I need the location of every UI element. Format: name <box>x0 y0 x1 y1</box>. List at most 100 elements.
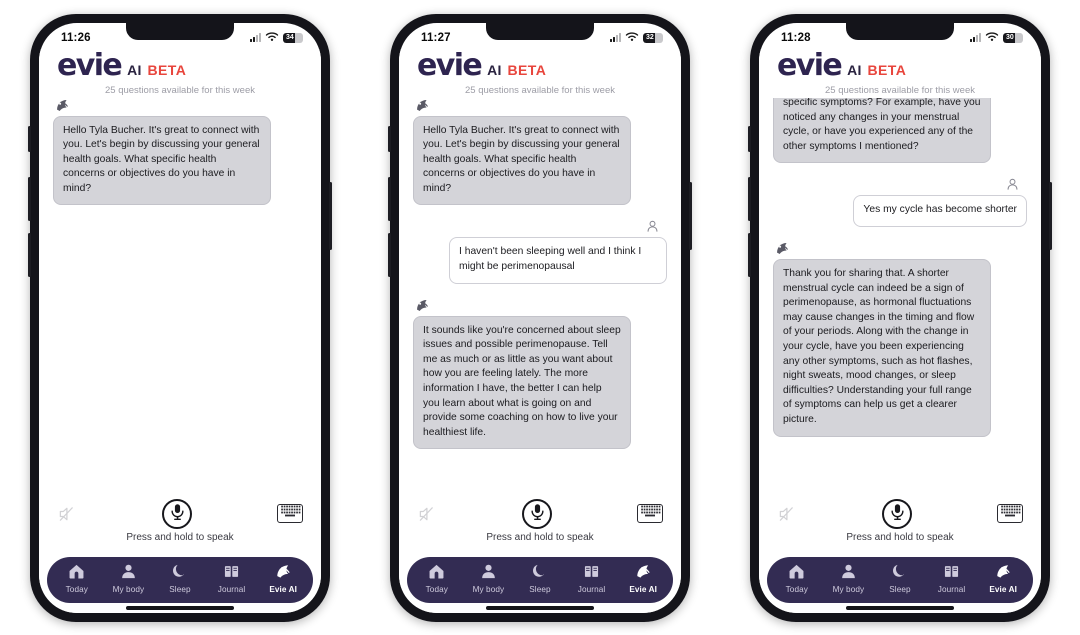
keyboard-icon[interactable] <box>279 503 302 524</box>
keyboard-toggle-button[interactable] <box>637 504 663 523</box>
evie-bird-icon <box>995 565 1012 583</box>
chat-message-list[interactable]: fatigue. Can you share more about your s… <box>759 97 1041 495</box>
keyboard-icon[interactable] <box>999 503 1022 524</box>
home-icon <box>428 563 445 585</box>
logo-wordmark: evie <box>417 47 483 83</box>
mute-speaker-button[interactable] <box>57 505 77 523</box>
mute-speaker-icon[interactable] <box>417 506 436 527</box>
keyboard-toggle-button[interactable] <box>997 504 1023 523</box>
nav-item-label: Sleep <box>889 584 911 594</box>
person-icon <box>120 563 137 585</box>
nav-item-label: Today <box>425 584 448 594</box>
moon-icon <box>171 563 188 585</box>
mic-icon[interactable] <box>528 502 547 526</box>
nav-item-today[interactable]: Today <box>771 564 823 594</box>
mute-speaker-button[interactable] <box>777 505 797 523</box>
power-button[interactable] <box>689 181 692 250</box>
logo-ai-label: AI <box>127 61 142 78</box>
moon-icon <box>891 563 908 585</box>
evie-bird-icon <box>415 298 431 313</box>
evie-bird-icon <box>275 565 292 583</box>
mute-speaker-icon[interactable] <box>57 506 76 527</box>
microphone-button[interactable] <box>882 498 912 529</box>
app-header: evie AI BETA 25 questions available for thi… <box>759 48 1041 98</box>
bottom-nav-wrapper: Today My body Sleep Journal Evie AI <box>39 556 321 613</box>
nav-item-evie-ai[interactable]: Evie AI <box>257 565 309 594</box>
moon-icon <box>171 563 188 585</box>
battery-icon: 30 <box>1003 32 1023 43</box>
nav-item-journal[interactable]: Journal <box>206 566 258 594</box>
nav-item-label: My body <box>112 584 145 594</box>
mic-icon[interactable] <box>168 502 187 526</box>
status-time: 11:26 <box>61 31 91 44</box>
logo-ai-label: AI <box>487 61 502 78</box>
logo-beta-badge: BETA <box>147 61 187 78</box>
questions-quota-text: 25 questions available for this week <box>825 84 975 96</box>
status-bar: 11:28 30 <box>759 23 1041 49</box>
book-icon <box>943 563 960 585</box>
volume-up-button[interactable] <box>388 176 391 221</box>
phone-screen: 11:26 34 evie AI BETA 25 questions available … <box>39 22 321 613</box>
nav-item-evie-ai[interactable]: Evie AI <box>617 565 669 594</box>
person-outline-icon <box>1005 179 1020 196</box>
cellular-signal-icon <box>250 33 261 42</box>
person-outline-icon <box>645 221 660 238</box>
app-header: evie AI BETA 25 questions available for thi… <box>39 48 321 98</box>
wifi-icon <box>265 29 279 47</box>
evie-bird-icon <box>775 243 790 260</box>
nav-item-my-body[interactable]: My body <box>823 564 875 594</box>
battery-icon: 34 <box>283 32 303 43</box>
nav-item-journal[interactable]: Journal <box>566 566 618 594</box>
voice-input-area: Press and hold to speak <box>399 494 681 557</box>
volume-up-button[interactable] <box>28 176 31 221</box>
home-icon <box>428 563 445 585</box>
chat-message-list[interactable]: Hello Tyla Bucher. It's great to connect… <box>399 98 681 495</box>
status-indicators: 32 <box>610 29 663 47</box>
bottom-nav-wrapper: Today My body Sleep Journal Evie AI <box>399 556 681 613</box>
phone-mockup-1: 11:26 34 evie AI BETA 25 questions available … <box>28 13 332 622</box>
nav-item-sleep[interactable]: Sleep <box>154 563 206 594</box>
microphone-button[interactable] <box>162 498 192 529</box>
nav-item-my-body[interactable]: My body <box>103 563 155 594</box>
power-button[interactable] <box>329 181 332 250</box>
nav-item-journal[interactable]: Journal <box>926 566 978 594</box>
microphone-button[interactable] <box>522 498 552 529</box>
keyboard-toggle-button[interactable] <box>277 504 303 523</box>
chat-message-bot: Thank you for sharing that. A shorter me… <box>773 241 1027 437</box>
nav-item-today[interactable]: Today <box>411 563 463 594</box>
nav-item-my-body[interactable]: My body <box>463 564 515 594</box>
nav-item-sleep[interactable]: Sleep <box>874 563 926 594</box>
evie-logo: evie AI BETA <box>399 47 681 83</box>
moon-icon <box>891 563 908 585</box>
nav-item-label: Today <box>785 584 808 594</box>
chat-message-bot: Hello Tyla Bucher. It's great to connect… <box>413 98 667 206</box>
nav-item-sleep[interactable]: Sleep <box>514 564 566 594</box>
evie-logo: evie AI BETA <box>759 50 1041 81</box>
chat-message-bot: It sounds like you're concerned about sl… <box>413 298 667 450</box>
mute-switch[interactable] <box>748 125 751 152</box>
person-icon <box>120 563 137 585</box>
volume-down-button[interactable] <box>748 232 751 277</box>
evie-bird-icon <box>415 299 430 317</box>
mute-speaker-button[interactable] <box>417 505 437 523</box>
three-phone-mockup-stage: 11:26 34 evie AI BETA 25 questions available … <box>0 0 1080 635</box>
mic-icon[interactable] <box>888 502 907 526</box>
keyboard-icon[interactable] <box>639 503 662 524</box>
volume-up-button[interactable] <box>748 176 751 221</box>
battery-level: 34 <box>286 33 294 41</box>
chat-message-list[interactable]: Hello Tyla Bucher. It's great to connect… <box>39 98 321 495</box>
volume-down-button[interactable] <box>388 232 391 277</box>
nav-item-evie-ai[interactable]: Evie AI <box>977 565 1029 594</box>
evie-bird-icon <box>415 98 431 113</box>
nav-item-label: Journal <box>217 584 246 594</box>
nav-item-label: Evie AI <box>269 584 298 594</box>
volume-down-button[interactable] <box>28 232 31 277</box>
mute-switch[interactable] <box>28 125 31 152</box>
bottom-navigation: Today My body Sleep Journal Evie AI <box>407 556 673 603</box>
book-icon <box>583 563 600 585</box>
mute-switch[interactable] <box>388 125 391 152</box>
home-icon <box>68 564 85 583</box>
mute-speaker-icon[interactable] <box>777 506 796 527</box>
power-button[interactable] <box>1049 181 1052 250</box>
nav-item-today[interactable]: Today <box>51 564 103 594</box>
